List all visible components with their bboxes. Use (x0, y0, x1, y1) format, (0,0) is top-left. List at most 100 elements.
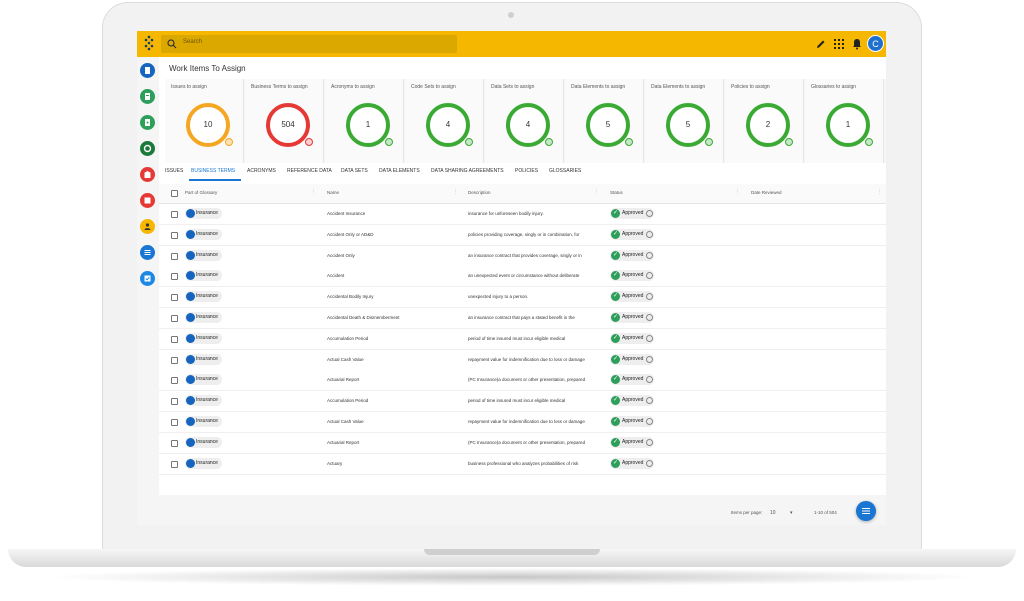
avatar[interactable]: C (867, 35, 884, 52)
info-icon[interactable] (646, 397, 654, 405)
tab-data-elements[interactable]: DATA ELEMENTS (379, 168, 420, 174)
assign-icon[interactable] (865, 138, 873, 146)
edit-icon[interactable] (815, 38, 827, 50)
info-icon[interactable] (646, 418, 654, 425)
glossary-chip[interactable]: Insurance (185, 208, 222, 219)
assign-icon[interactable] (305, 138, 313, 146)
row-checkbox[interactable] (171, 398, 178, 406)
tab-policies[interactable]: POLICIES (515, 168, 538, 174)
info-icon[interactable] (646, 230, 654, 238)
card-acronyms[interactable]: Acronyms to assign 1 (325, 79, 404, 163)
info-icon[interactable] (646, 334, 654, 342)
info-icon[interactable] (646, 210, 654, 217)
header-description[interactable]: Description (468, 190, 491, 195)
header-name[interactable]: Name (327, 190, 339, 195)
book-icon[interactable] (140, 193, 155, 208)
card-issues[interactable]: Issues to assign 10 (165, 79, 244, 163)
sort-icon[interactable]: ⋮ (594, 189, 599, 195)
header-date-reviewed[interactable]: Date Reviewed (751, 190, 782, 195)
checklist-icon[interactable] (140, 271, 155, 286)
sort-icon[interactable]: ⋮ (453, 189, 458, 195)
user-icon[interactable] (140, 219, 155, 234)
glossary-chip[interactable]: Insurance (185, 291, 222, 303)
table-row[interactable]: Insurance Accident Only or AD&D policies… (159, 224, 886, 246)
card-policies[interactable]: Policies to assign 2 (725, 79, 804, 163)
assign-icon[interactable] (785, 138, 793, 146)
info-icon[interactable] (646, 459, 654, 467)
row-checkbox[interactable] (171, 335, 178, 343)
sort-icon[interactable]: ⋮ (311, 189, 316, 195)
glossary-chip[interactable]: Insurance (185, 332, 222, 344)
glossary-chip[interactable]: Insurance (185, 228, 222, 240)
glossary-chip[interactable]: Insurance (185, 353, 222, 365)
assign-icon[interactable] (465, 138, 473, 146)
tab-acronyms[interactable]: ACRONYMS (247, 168, 276, 174)
tab-data-sharing-agreements[interactable]: DATA SHARING AGREEMENTS (431, 168, 504, 174)
row-checkbox[interactable] (171, 273, 178, 281)
table-row[interactable]: Insurance Accident an unexpected event o… (159, 266, 886, 288)
table-row[interactable]: Insurance Actual Cash Value repayment va… (159, 349, 886, 371)
card-glossaries[interactable]: Glossaries to assign 1 (805, 79, 884, 163)
info-icon[interactable] (646, 314, 654, 321)
glossary-chip[interactable]: Insurance (185, 249, 222, 261)
chevron-down-icon[interactable]: ▾ (790, 510, 793, 516)
info-icon[interactable] (646, 355, 654, 363)
assign-icon[interactable] (705, 138, 713, 146)
info-icon[interactable] (646, 272, 654, 280)
report-icon[interactable] (140, 89, 155, 104)
info-icon[interactable] (646, 293, 654, 301)
table-row[interactable]: Insurance Actuarial Report (PC Insurance… (159, 432, 886, 454)
card-code-sets[interactable]: Code Sets to assign 4 (405, 79, 484, 163)
table-row[interactable]: Insurance Accident Only an insurance con… (159, 245, 886, 267)
header-status[interactable]: Status (610, 190, 623, 195)
assign-icon[interactable] (545, 138, 553, 146)
glossary-chip[interactable]: Insurance (185, 436, 222, 448)
row-checkbox[interactable] (171, 211, 178, 218)
document-icon[interactable] (140, 115, 155, 130)
card-data-elements[interactable]: Data Elements to assign 5 (565, 79, 644, 163)
tab-data-sets[interactable]: DATA SETS (341, 168, 368, 174)
glossary-chip[interactable]: Insurance (185, 395, 222, 407)
sort-icon[interactable]: ⋮ (735, 189, 740, 195)
table-row[interactable]: Insurance Actual Cash Value repayment va… (159, 412, 886, 433)
table-row[interactable]: Insurance Actuary business professional … (159, 453, 886, 475)
info-icon[interactable] (646, 251, 654, 259)
assign-icon[interactable] (225, 138, 233, 146)
glossary-chip[interactable]: Insurance (185, 312, 222, 323)
tab-glossaries[interactable]: GLOSSARIES (549, 168, 581, 174)
search-input[interactable]: Search (183, 39, 202, 45)
card-data-sets[interactable]: Data Sets to assign 4 (485, 79, 564, 163)
building-icon[interactable] (140, 167, 155, 182)
row-checkbox[interactable] (171, 356, 178, 364)
assign-icon[interactable] (385, 138, 393, 146)
assign-icon[interactable] (625, 138, 633, 146)
table-row[interactable]: Insurance Actuarial Report (PC Insurance… (159, 370, 886, 392)
list-icon[interactable] (140, 245, 155, 260)
card-business-terms[interactable]: Business Terms to assign 504 (245, 79, 324, 163)
row-checkbox[interactable] (171, 231, 178, 239)
table-row[interactable]: Insurance Accumulation Period period of … (159, 391, 886, 413)
glossary-chip[interactable]: Insurance (185, 457, 222, 469)
row-checkbox[interactable] (171, 377, 178, 385)
glossary-chip[interactable]: Insurance (185, 416, 222, 427)
glossary-icon[interactable] (140, 63, 155, 78)
apps-grid-icon[interactable] (833, 38, 845, 50)
table-row[interactable]: Insurance Accumulation Period period of … (159, 328, 886, 350)
glossary-chip[interactable]: Insurance (185, 374, 222, 386)
table-row[interactable]: Insurance Accidental Death & Dismemberme… (159, 308, 886, 329)
search-bar[interactable]: Search (161, 35, 457, 53)
tab-business-terms[interactable]: BUSINESS TERMS (191, 168, 235, 174)
info-icon[interactable] (646, 376, 654, 384)
row-checkbox[interactable] (171, 294, 178, 302)
tab-issues[interactable]: ISSUES (165, 168, 183, 174)
glossary-chip[interactable]: Insurance (185, 270, 222, 282)
table-row[interactable]: Insurance Accident Insurance insurance f… (159, 204, 886, 225)
bell-icon[interactable] (851, 38, 863, 50)
items-per-page-select[interactable]: 10 (770, 510, 776, 516)
row-checkbox[interactable] (171, 439, 178, 447)
row-checkbox[interactable] (171, 419, 178, 426)
row-checkbox[interactable] (171, 252, 178, 260)
row-checkbox[interactable] (171, 315, 178, 322)
select-all-checkbox[interactable] (171, 190, 178, 197)
table-row[interactable]: Insurance Accidental Bodily Injury unexp… (159, 287, 886, 309)
